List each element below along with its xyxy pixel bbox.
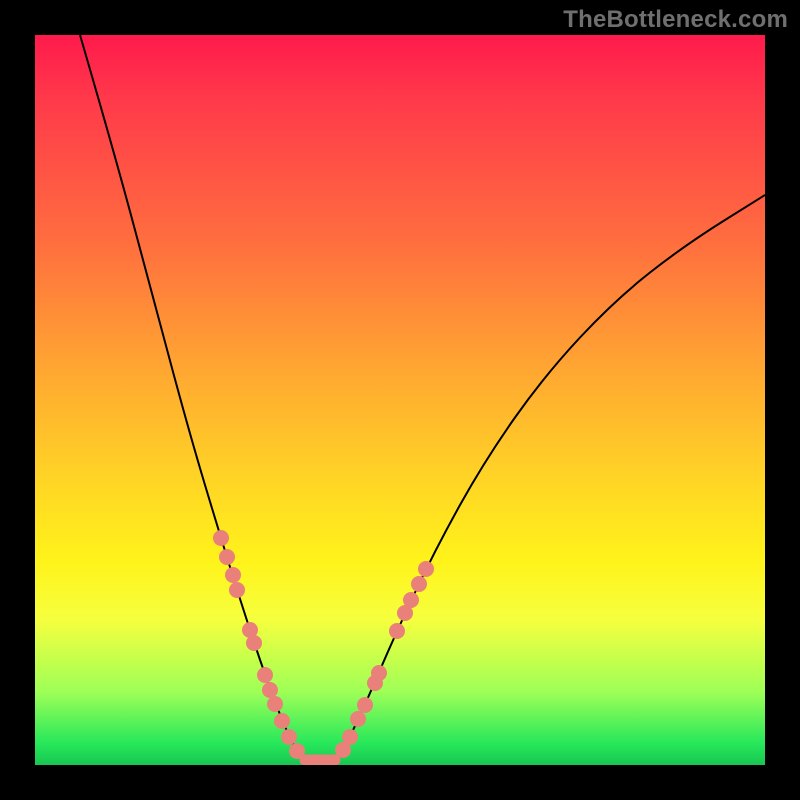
- data-dot: [267, 696, 283, 712]
- data-dot: [411, 576, 427, 592]
- data-dot: [342, 729, 358, 745]
- data-dot: [281, 729, 297, 745]
- data-dot: [371, 665, 387, 681]
- data-dot: [246, 635, 262, 651]
- data-dot: [403, 592, 419, 608]
- data-dot: [262, 682, 278, 698]
- data-dot: [350, 711, 366, 727]
- data-dot: [225, 567, 241, 583]
- chart-root: TheBottleneck.com: [0, 0, 800, 800]
- right-curve: [335, 195, 765, 760]
- data-dot: [213, 530, 229, 546]
- dots-left-group: [213, 530, 305, 759]
- data-dot: [357, 697, 373, 713]
- data-dot: [229, 582, 245, 598]
- data-dot: [289, 743, 305, 759]
- data-dot: [219, 549, 235, 565]
- plot-area: [35, 35, 765, 765]
- left-curve: [80, 35, 305, 760]
- data-dot: [418, 561, 434, 577]
- data-dot: [389, 623, 405, 639]
- watermark-text: TheBottleneck.com: [563, 6, 788, 34]
- data-dot: [274, 713, 290, 729]
- curves-svg: [35, 35, 765, 765]
- data-dot: [257, 667, 273, 683]
